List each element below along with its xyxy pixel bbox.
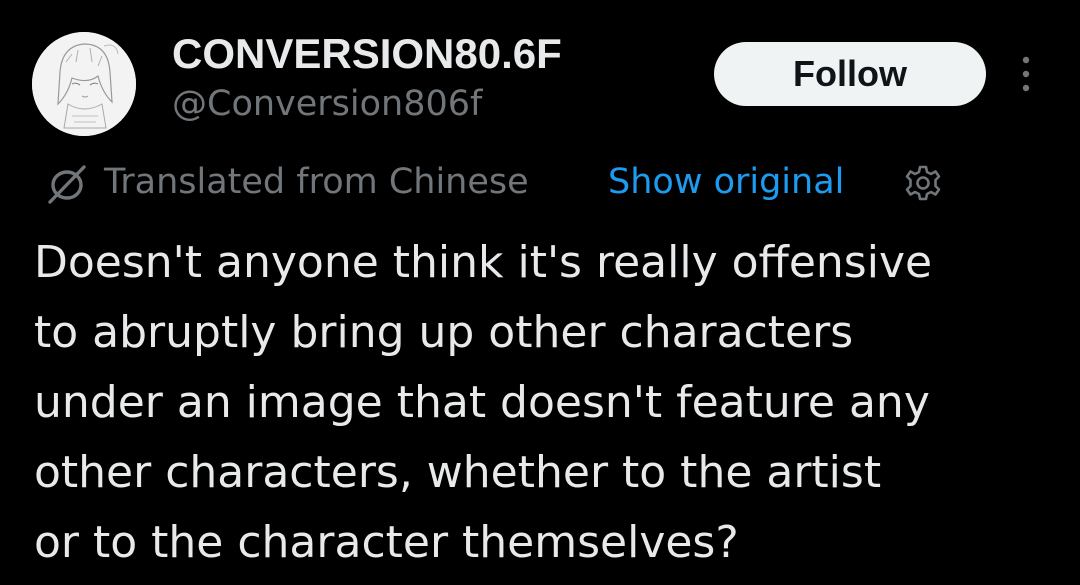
avatar[interactable] [32,32,136,136]
tweet-text-line: Doesn't anyone think it's really offensi… [34,237,933,288]
translated-from-label: Translated from Chinese [104,162,529,202]
anime-sketch-avatar-icon [32,32,136,136]
author-handle[interactable]: @Conversion806f [172,82,482,126]
tweet-text-line: or to the character themselves? [34,517,739,568]
show-original-link[interactable]: Show original [608,158,844,206]
follow-button[interactable]: Follow [714,42,986,106]
tweet-text-line: to abruptly bring up other characters [34,307,854,358]
more-options-button[interactable] [1010,54,1042,94]
tweet-text-line: other characters, whether to the artist [34,447,882,498]
translate-slash-icon [48,165,86,204]
gear-icon[interactable] [904,164,942,202]
tweet-text-line: under an image that doesn't feature any [34,377,930,428]
tweet-text: Doesn't anyone think it's really offensi… [34,228,1074,578]
more-vertical-icon [1022,56,1030,92]
author-display-name[interactable]: CONVERSION80.6F [172,30,562,78]
